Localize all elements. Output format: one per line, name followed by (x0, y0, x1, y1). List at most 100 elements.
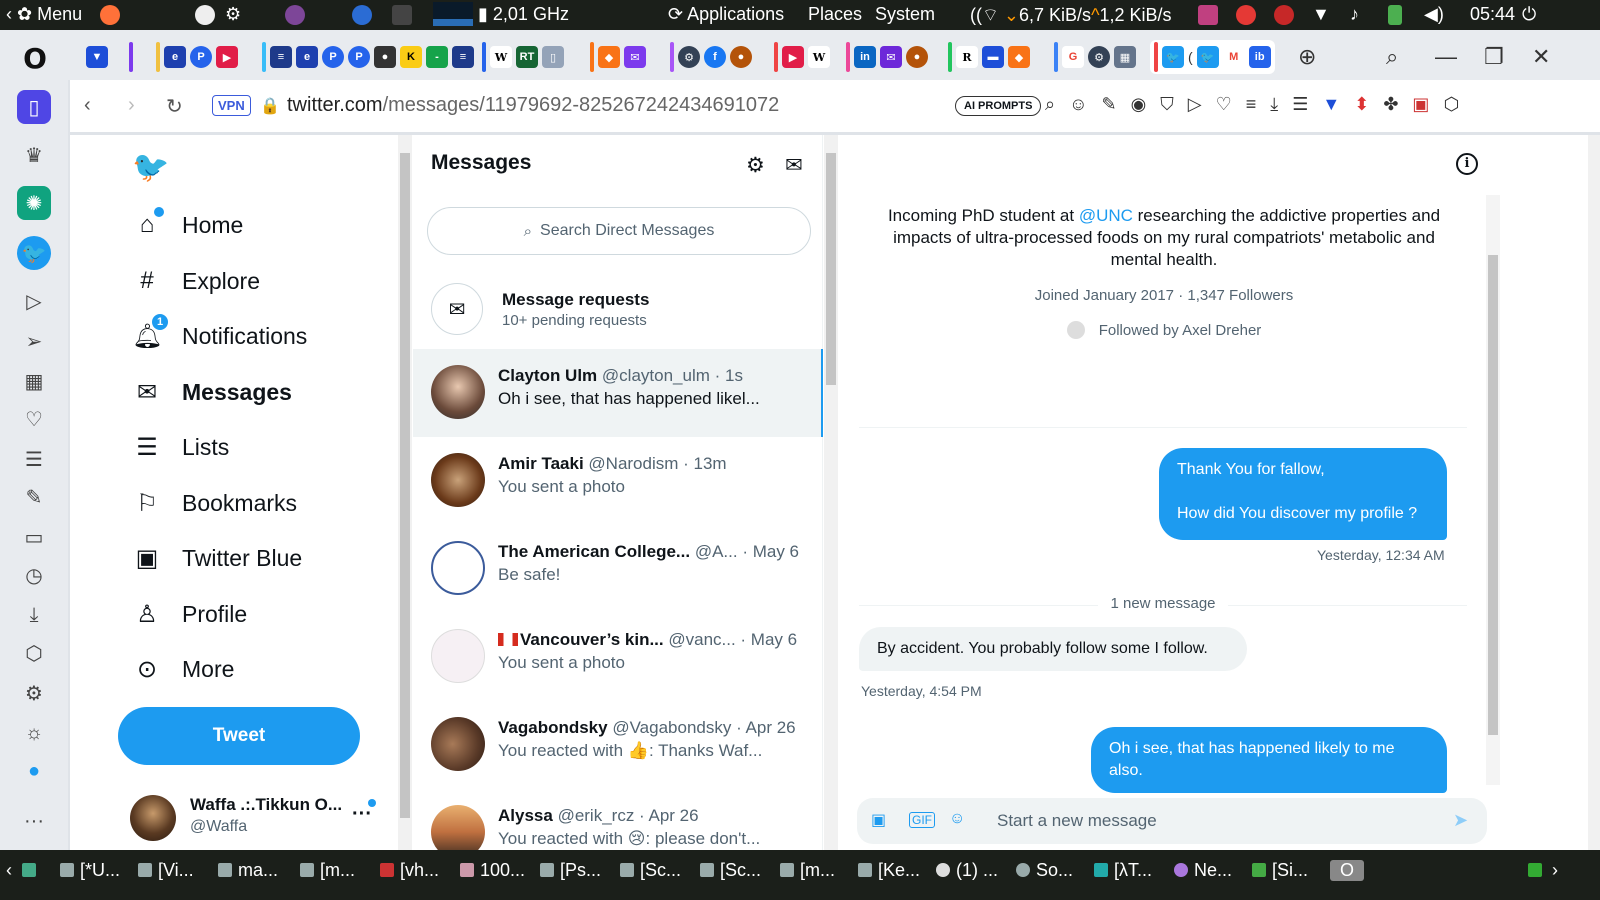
extension-icon[interactable]: ✤ (1383, 94, 1398, 115)
account-switcher[interactable]: Waffa .:.Tikkun O... @Waffa ··· (130, 793, 390, 843)
heart-icon[interactable]: ♡ (1216, 94, 1232, 115)
close-window-icon[interactable]: ✕ (1532, 44, 1550, 70)
nav-scrollbar[interactable] (398, 135, 412, 850)
reload-icon[interactable]: ↻ (166, 94, 183, 119)
conversation-item[interactable]: Vagabondsky @Vagabondsky · Apr 26 You re… (413, 701, 823, 789)
chatgpt-icon[interactable]: ✺ (17, 186, 51, 220)
followed-by[interactable]: Followed by Axel Dreher (879, 321, 1449, 339)
page-scrollbar[interactable] (1588, 135, 1600, 850)
tab-favicon-icon[interactable]: - (426, 46, 448, 68)
menu-button[interactable]: ‹ ✿ Menu (6, 4, 82, 25)
tab-favicon-icon[interactable]: P (348, 46, 370, 68)
inkscape-launcher-icon[interactable] (195, 4, 215, 26)
conversation-item[interactable]: The American College... @A... · May 6 Be… (413, 525, 823, 613)
message-bubble-sent[interactable]: Oh i see, that has happened likely to me… (1091, 727, 1447, 793)
applications-menu[interactable]: ⟳ Applications (668, 4, 784, 25)
nav-notifications[interactable]: 🔔︎ 1 Notifications (132, 313, 307, 356)
gmail-tab-icon[interactable]: M (1222, 46, 1245, 68)
tray-wifi-icon[interactable]: ▼ (1312, 4, 1330, 25)
send-icon[interactable]: ➢ (17, 324, 51, 358)
battery-saver-icon[interactable]: ≡ (1246, 94, 1257, 115)
image-icon[interactable]: ▣ (871, 810, 886, 830)
tab-favicon-icon[interactable]: ▼ (86, 46, 108, 68)
tab-search-icon[interactable]: ⌕ (1386, 44, 1398, 70)
grid-icon[interactable]: ▦ (17, 364, 51, 398)
tab-favicon-icon[interactable]: ✉ (624, 46, 646, 68)
tab-group-6[interactable]: ◆ ✉ (586, 40, 650, 74)
tab-favicon-icon[interactable]: ▬ (982, 46, 1004, 68)
heart-icon[interactable]: ♡ (17, 402, 51, 436)
new-message-icon[interactable]: ✉ (785, 153, 803, 178)
tab-favicon-icon[interactable]: ● (730, 46, 752, 68)
minimize-icon[interactable]: — (1435, 44, 1457, 70)
youtube-tab-icon[interactable]: ▶ (216, 46, 238, 68)
tab-favicon-icon[interactable]: ≡ (270, 46, 292, 68)
system-menu[interactable]: System (875, 4, 935, 25)
metamask-tab-icon[interactable]: ◆ (598, 46, 620, 68)
message-input[interactable]: Start a new message (997, 811, 1157, 831)
history-icon[interactable]: ◷ (17, 558, 51, 592)
taskbar-item[interactable]: So... (1016, 860, 1073, 881)
news-icon[interactable]: ☰ (17, 442, 51, 476)
conversation-scrollbar[interactable] (1486, 195, 1500, 785)
tab-group-10[interactable]: R ▬ ◆ (944, 40, 1034, 74)
taskbar-item[interactable]: 100... (460, 860, 525, 881)
conversation-item[interactable]: Amir Taaki @Narodism · 13m You sent a ph… (413, 437, 823, 525)
taskbar-item[interactable]: [vh... (380, 860, 439, 881)
taskbar-item[interactable]: (1) ... (936, 860, 998, 881)
player-icon[interactable]: ▷ (17, 284, 51, 318)
opera-launcher-icon[interactable] (352, 4, 372, 26)
nav-profile[interactable]: ♙ Profile (132, 594, 247, 634)
chat-icon[interactable]: ● (17, 754, 51, 788)
taskbar-item[interactable]: [Vi... (138, 860, 194, 881)
tray-battery-icon[interactable] (1388, 4, 1402, 26)
conversation-item[interactable]: Clayton Ulm @clayton_ulm · 1s Oh i see, … (413, 349, 823, 437)
forward-icon[interactable]: › (128, 94, 135, 117)
extension-icon[interactable]: ▣ (1412, 94, 1429, 115)
taskbar-item[interactable]: [*U... (60, 860, 120, 881)
facebook-tab-icon[interactable]: f (704, 46, 726, 68)
tab-group-7[interactable]: ⚙ f ● (666, 40, 756, 74)
tab-favicon-icon[interactable]: e (164, 46, 186, 68)
nav-messages[interactable]: ✉ Messages (132, 372, 292, 412)
google-tab-icon[interactable]: G (1062, 46, 1084, 68)
tray-audio-icon[interactable] (1198, 4, 1218, 26)
more-icon[interactable]: ··· (17, 804, 51, 838)
search-icon[interactable]: ⌕ (1045, 94, 1055, 115)
show-desktop-icon[interactable] (22, 860, 42, 881)
emoji-icon[interactable]: ☺ (1069, 94, 1087, 115)
nav-more[interactable]: ⊙ More (132, 649, 234, 689)
tab-favicon-icon[interactable]: ● (906, 46, 928, 68)
info-icon[interactable]: i (1456, 153, 1478, 175)
taskbar-item[interactable]: [λT... (1094, 860, 1152, 881)
tab-group-5[interactable]: W RT ▯ (478, 40, 568, 74)
tray-volume-icon[interactable]: ◀) (1424, 4, 1444, 25)
tab-group-1[interactable]: ▼ (82, 40, 112, 74)
power-icon[interactable]: ⏻ (1522, 4, 1536, 25)
metamask-tab-icon[interactable]: ◆ (1008, 46, 1030, 68)
message-requests[interactable]: ✉ Message requests 10+ pending requests (431, 281, 811, 341)
url-field[interactable]: twitter.com/messages/11979692-8252672424… (287, 94, 779, 117)
taskbar-item[interactable]: [Ps... (540, 860, 601, 881)
emoji-icon[interactable]: ☺ (949, 810, 965, 828)
camera-icon[interactable]: ◉ (1131, 94, 1147, 115)
extension-icon[interactable]: ▼ (1322, 94, 1340, 115)
download-icon[interactable]: ⤓ (17, 598, 51, 632)
twitter-tab-icon[interactable]: 🐦 (1196, 46, 1219, 68)
nav-lists[interactable]: ☰ Lists (132, 427, 229, 467)
opera-logo-icon[interactable]: O (20, 44, 50, 74)
tray-record-icon[interactable] (1274, 4, 1294, 26)
settings-launcher-icon[interactable]: ⚙ (225, 4, 241, 25)
terminal-launcher-icon[interactable] (392, 4, 412, 26)
gear-icon[interactable]: ⚙ (746, 153, 765, 178)
twitter-tab-icon[interactable]: 🐦 (1162, 46, 1184, 68)
tab-favicon-icon[interactable]: ⚙ (1088, 46, 1110, 68)
send-icon[interactable]: ➤ (1453, 810, 1468, 831)
tab-group-8[interactable]: ▶ W (770, 40, 834, 74)
taskbar-item[interactable]: Ne... (1174, 860, 1232, 881)
taskbar-right-arrow-icon[interactable]: › (1552, 860, 1558, 881)
settings-icon[interactable]: ⚙ (17, 676, 51, 710)
tab-favicon-icon[interactable]: RT (516, 46, 538, 68)
tray-notification-icon[interactable]: ♪ (1350, 4, 1359, 25)
tab-favicon-icon[interactable]: ≡ (452, 46, 474, 68)
